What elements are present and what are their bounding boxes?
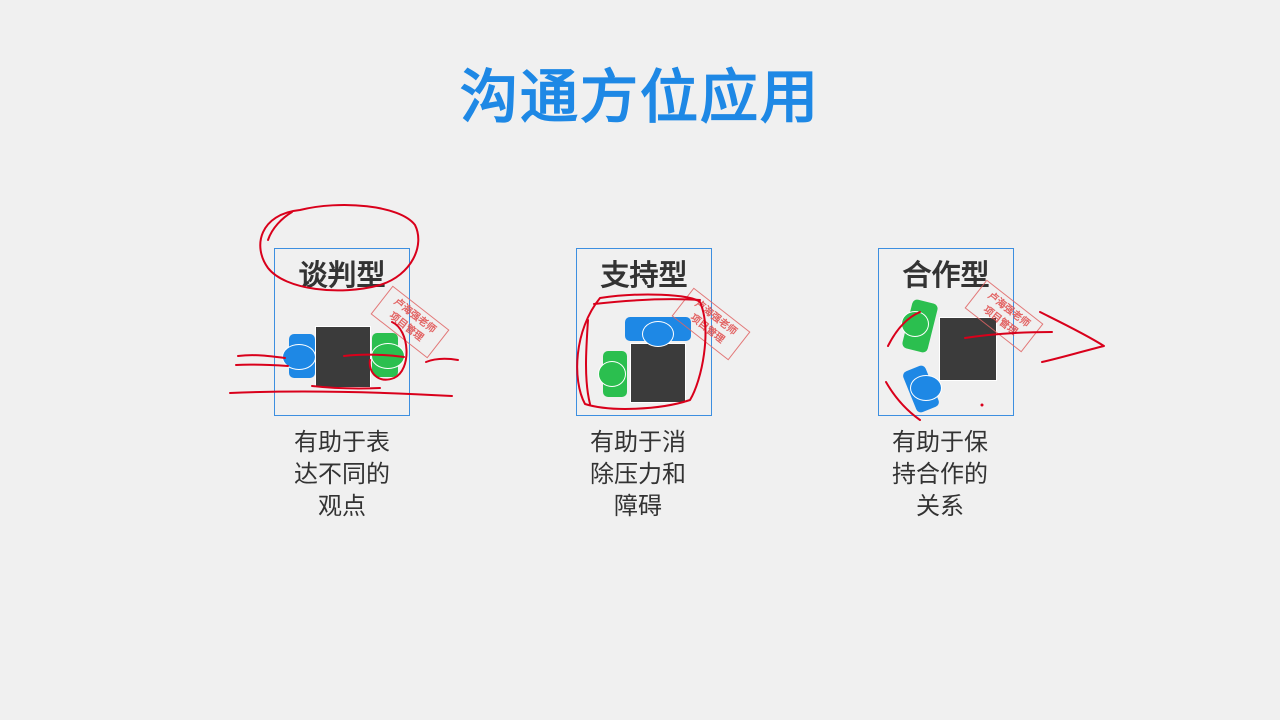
panel-cooperation: 合作型 <box>878 248 1014 416</box>
blue-person-icon <box>910 375 942 401</box>
slide: 沟通方位应用 谈判型 有助于表 达不同的 观点 支持型 有助于消 除压力和 障碍… <box>0 0 1280 720</box>
annotation-stroke <box>425 357 459 363</box>
desk <box>630 343 686 403</box>
page-title: 沟通方位应用 <box>459 63 820 131</box>
caption-negotiation: 有助于表 达不同的 观点 <box>274 426 410 522</box>
caption-line: 障碍 <box>614 492 662 520</box>
green-person-icon <box>598 361 626 387</box>
desk <box>315 326 371 388</box>
caption-line: 达不同的 <box>294 460 390 488</box>
caption-line: 持合作的 <box>892 460 988 488</box>
caption-line: 关系 <box>916 492 964 520</box>
caption-line: 有助于表 <box>294 428 390 456</box>
panel-title-support: 支持型 <box>600 258 688 292</box>
green-person-icon <box>901 311 929 337</box>
caption-cooperation: 有助于保 持合作的 关系 <box>872 426 1008 522</box>
caption-line: 有助于保 <box>892 428 988 456</box>
caption-line: 有助于消 <box>590 428 686 456</box>
caption-line: 除压力和 <box>590 460 686 488</box>
blue-person-icon <box>642 321 674 347</box>
annotation-arrow <box>1039 311 1105 363</box>
panel-negotiation: 谈判型 <box>274 248 410 416</box>
caption-support: 有助于消 除压力和 障碍 <box>570 426 706 522</box>
caption-line: 观点 <box>318 492 366 520</box>
panel-title-negotiation: 谈判型 <box>298 258 386 292</box>
green-person-icon <box>371 343 405 369</box>
blue-person-icon <box>282 344 316 370</box>
annotation-stroke <box>267 211 293 241</box>
